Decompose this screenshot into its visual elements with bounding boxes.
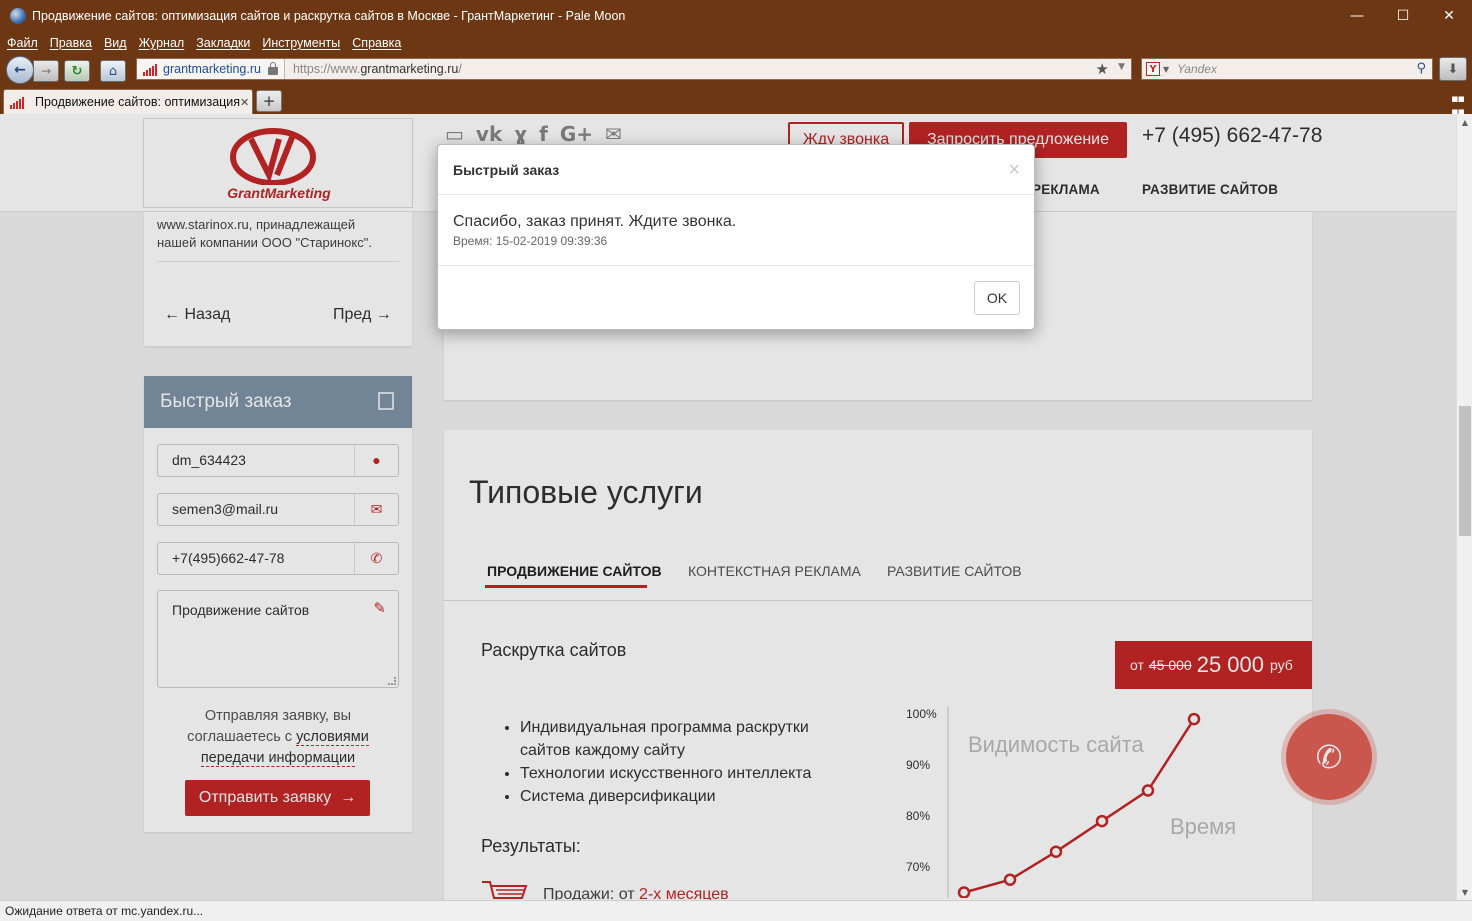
tab-label: Продвижение сайтов: оптимизация... (35, 95, 240, 109)
close-window-button[interactable]: ✕ (1426, 0, 1472, 32)
tab-active[interactable]: Продвижение сайтов: оптимизация... ✕ (3, 89, 253, 114)
window-controls: — ☐ ✕ (1334, 0, 1472, 32)
status-bar: Ожидание ответа от mc.yandex.ru... (0, 900, 1472, 921)
search-bar[interactable]: Y ▼ Yandex ⚲ (1141, 58, 1433, 80)
modal-timestamp: Время: 15-02-2019 09:39:36 (453, 234, 608, 248)
page-viewport: GrantMarketing ▭ vk ɣ f G+ ✉ Жду звонка … (0, 114, 1456, 900)
new-tab-button[interactable]: + (256, 90, 282, 112)
maximize-button[interactable]: ☐ (1380, 0, 1426, 32)
modal-close-button[interactable]: × (1008, 145, 1020, 195)
modal-title: Быстрый заказ (453, 162, 560, 178)
search-placeholder[interactable]: Yandex (1177, 62, 1217, 76)
forward-button[interactable]: → (33, 60, 59, 82)
download-arrow-icon: ⬇ (1447, 61, 1459, 77)
arrow-right-icon: → (40, 64, 52, 78)
menu-tools[interactable]: Инструменты (262, 36, 340, 50)
menu-history[interactable]: Журнал (139, 36, 185, 50)
menu-bookmarks[interactable]: Закладки (196, 36, 250, 50)
scroll-down-icon[interactable]: ▼ (1457, 884, 1472, 900)
modal-message: Спасибо, заказ принят. Ждите звонка. (453, 213, 737, 230)
ok-button[interactable]: OK (974, 281, 1020, 315)
search-engine-dropdown-icon[interactable]: ▼ (1163, 65, 1169, 74)
yandex-icon[interactable]: Y (1146, 62, 1160, 76)
url-text[interactable]: https://www.grantmarketing.ru/ (293, 62, 462, 76)
menu-bar: Файл Правка Вид Журнал Закладки Инструме… (0, 32, 1472, 54)
window-titlebar: Продвижение сайтов: оптимизация сайтов и… (0, 0, 1472, 32)
reload-button[interactable]: ↻ (64, 60, 90, 82)
quick-order-modal: Быстрый заказ × Спасибо, заказ принят. Ж… (437, 144, 1035, 330)
arrow-left-icon: ← (14, 62, 26, 78)
back-button[interactable]: ← (6, 56, 34, 84)
modal-header: Быстрый заказ × (438, 145, 1034, 195)
home-button[interactable]: ⌂ (100, 60, 126, 82)
site-identity-button[interactable]: grantmarketing.ru (137, 59, 285, 79)
site-identity-domain: grantmarketing.ru (163, 62, 261, 76)
modal-body: Спасибо, заказ принят. Ждите звонка. Вре… (438, 195, 1034, 266)
menu-help[interactable]: Справка (352, 36, 401, 50)
scroll-up-icon[interactable]: ▲ (1457, 114, 1472, 130)
menu-edit[interactable]: Правка (50, 36, 92, 50)
scrollbar-thumb[interactable] (1459, 406, 1471, 536)
url-dropdown-icon[interactable]: ▼ (1118, 62, 1125, 72)
page-scrollbar[interactable]: ▲ ▼ (1456, 114, 1472, 900)
site-favicon-icon (143, 63, 158, 76)
tab-favicon-icon (10, 96, 25, 109)
url-bar[interactable]: grantmarketing.ru https://www.grantmarke… (136, 58, 1132, 80)
bookmark-star-icon[interactable]: ★ (1096, 60, 1109, 78)
window-title: Продвижение сайтов: оптимизация сайтов и… (32, 9, 626, 23)
lock-icon (267, 62, 278, 75)
home-icon: ⌂ (108, 63, 118, 79)
menu-file[interactable]: Файл (7, 36, 38, 50)
tab-close-icon[interactable]: ✕ (240, 96, 249, 109)
reload-icon: ↻ (71, 63, 83, 79)
minimize-button[interactable]: — (1334, 0, 1380, 32)
menu-view[interactable]: Вид (104, 36, 127, 50)
pale-moon-app-icon (10, 8, 26, 24)
search-icon[interactable]: ⚲ (1416, 61, 1426, 76)
tab-bar: Продвижение сайтов: оптимизация... ✕ + ▪… (0, 86, 1472, 118)
downloads-button[interactable]: ⬇ (1439, 57, 1467, 81)
